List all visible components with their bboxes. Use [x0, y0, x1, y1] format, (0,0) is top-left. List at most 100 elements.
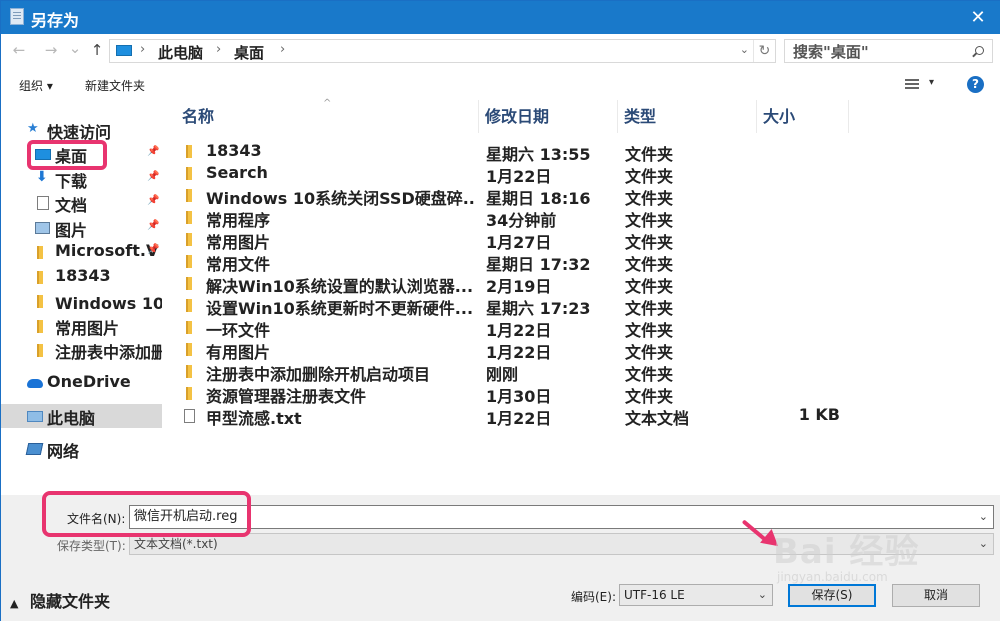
sidebar-item-label: 网络: [47, 442, 80, 461]
folder-icon: [186, 299, 192, 312]
chevron-up-icon: ▲: [10, 597, 19, 610]
sidebar-item-documents[interactable]: 文档 📌: [1, 191, 162, 215]
sidebar-item-network[interactable]: 网络: [1, 437, 162, 461]
this-pc-icon: [27, 411, 43, 422]
file-row[interactable]: 资源管理器注册表文件 1月30日 文件夹: [162, 382, 1000, 406]
save-as-dialog: 另存为 ✕ ← → ⌄ ↑ › 此电脑 › 桌面 › ⌄ ↻ 搜索"桌面" 组织…: [0, 0, 1000, 621]
folder-icon: [186, 255, 192, 268]
address-dropdown-icon[interactable]: ⌄: [740, 43, 749, 56]
document-icon: [37, 196, 49, 210]
sidebar-item-this-pc[interactable]: 此电脑: [1, 404, 162, 428]
pin-icon: 📌: [147, 244, 160, 255]
organize-button[interactable]: 组织 ▾: [19, 77, 53, 94]
close-button[interactable]: ✕: [955, 1, 1000, 34]
file-row[interactable]: 解决Win10系统设置的默认浏览器... 2月19日 文件夹: [162, 272, 1000, 296]
baidu-jingyan-watermark: Bai 经验 jingyan.baidu.com: [773, 524, 973, 594]
file-row[interactable]: 常用文件 星期日 17:32 文件夹: [162, 250, 1000, 274]
sidebar-item-label: 常用图片: [55, 319, 120, 338]
sidebar-item-label: 18343: [55, 266, 111, 285]
view-options-dropdown-icon[interactable]: ▾: [929, 77, 934, 88]
column-header-size[interactable]: 大小: [757, 100, 849, 133]
up-button[interactable]: ↑: [87, 41, 107, 59]
column-header-modified[interactable]: 修改日期: [479, 100, 618, 133]
file-modified: 1月22日: [486, 409, 552, 428]
sidebar-item-pictures[interactable]: 图片 📌: [1, 216, 162, 240]
breadcrumb-this-pc[interactable]: 此电脑: [158, 42, 203, 63]
file-row[interactable]: 注册表中添加删除开机启动项目 刚刚 文件夹: [162, 360, 1000, 384]
folder-icon: [186, 277, 192, 290]
file-name: 甲型流感.txt: [206, 409, 302, 428]
pin-icon: 📌: [147, 220, 160, 231]
folder-icon: [37, 344, 43, 357]
file-row[interactable]: 设置Win10系统更新时不更新硬件... 星期六 17:23 文件夹: [162, 294, 1000, 318]
file-size: 1 KB: [798, 405, 840, 424]
filetype-value: 文本文档(*.txt): [134, 537, 218, 551]
column-header-type[interactable]: 类型: [618, 100, 757, 133]
filename-dropdown-icon[interactable]: ⌄: [979, 506, 988, 528]
breadcrumb-desktop[interactable]: 桌面: [234, 42, 264, 63]
file-row[interactable]: Windows 10系统关闭SSD硬盘碎... 星期日 18:16 文件夹: [162, 184, 1000, 208]
search-icon: [975, 46, 984, 55]
text-file-icon: [184, 409, 195, 423]
watermark-main-text: Bai 经验: [773, 532, 920, 572]
sidebar-item-onedrive[interactable]: OneDrive: [1, 371, 162, 395]
sidebar-item-common-pictures[interactable]: 常用图片: [1, 314, 162, 338]
hide-folders-label: 隐藏文件夹: [30, 592, 111, 611]
file-row[interactable]: Search 1月22日 文件夹: [162, 162, 1000, 186]
file-row[interactable]: 有用图片 1月22日 文件夹: [162, 338, 1000, 362]
breadcrumb-separator: ›: [140, 42, 146, 57]
folder-icon: [186, 321, 192, 334]
recent-locations-button[interactable]: ⌄: [65, 39, 85, 57]
notepad-icon: [10, 8, 24, 25]
back-button[interactable]: ←: [9, 41, 29, 59]
search-placeholder: 搜索"桌面": [793, 43, 869, 61]
filetype-label: 保存类型(T):: [57, 539, 126, 553]
forward-button[interactable]: →: [41, 41, 61, 59]
folder-icon: [186, 233, 192, 246]
file-row[interactable]: 常用图片 1月27日 文件夹: [162, 228, 1000, 252]
folder-icon: [37, 295, 43, 308]
encoding-dropdown-icon[interactable]: ⌄: [758, 585, 767, 605]
file-row[interactable]: 常用程序 34分钟前 文件夹: [162, 206, 1000, 230]
window-title: 另存为: [31, 11, 80, 30]
sidebar-item-registry[interactable]: 注册表中添加删: [1, 338, 162, 362]
sidebar-item-label: OneDrive: [47, 372, 131, 391]
encoding-select[interactable]: UTF-16 LE ⌄: [619, 584, 773, 606]
folder-icon: [37, 246, 43, 259]
folder-icon: [186, 145, 192, 158]
filetype-dropdown-icon[interactable]: ⌄: [979, 534, 988, 554]
folder-icon: [186, 189, 192, 202]
sidebar-item-quick-access[interactable]: ★ 快速访问: [1, 118, 162, 142]
breadcrumb-separator[interactable]: ›: [280, 42, 285, 57]
refresh-button[interactable]: ↻: [753, 40, 775, 62]
hide-folders-toggle[interactable]: ▲ 隐藏文件夹: [10, 588, 110, 612]
sidebar-item-label: 文档: [55, 196, 88, 215]
sidebar-item-18343[interactable]: 18343: [1, 265, 162, 289]
network-icon: [25, 443, 44, 455]
view-options-icon[interactable]: [905, 79, 919, 89]
address-bar[interactable]: › 此电脑 › 桌面 › ⌄ ↻: [109, 39, 776, 63]
file-row[interactable]: 一环文件 1月22日 文件夹: [162, 316, 1000, 340]
search-input[interactable]: 搜索"桌面": [784, 39, 993, 63]
file-row[interactable]: 18343 星期六 13:55 文件夹: [162, 140, 1000, 164]
sidebar-item-label: Microsoft.V: [55, 241, 159, 260]
file-name: 18343: [206, 141, 262, 160]
folder-icon: [186, 167, 192, 180]
sidebar-item-microsoft[interactable]: Microsoft.V 📌: [1, 240, 162, 264]
watermark-sub-text: jingyan.baidu.com: [777, 570, 888, 584]
star-icon: ★: [27, 121, 39, 136]
help-button[interactable]: ?: [967, 76, 984, 93]
navigation-bar: ← → ⌄ ↑ › 此电脑 › 桌面 › ⌄ ↻ 搜索"桌面": [1, 34, 1000, 68]
sidebar-item-downloads[interactable]: ⬇ 下载 📌: [1, 167, 162, 191]
pictures-icon: [35, 222, 50, 234]
encoding-label: 编码(E):: [571, 590, 616, 604]
file-row[interactable]: 甲型流感.txt 1月22日 文本文档 1 KB: [162, 404, 1000, 428]
onedrive-icon: [27, 379, 43, 388]
sidebar-item-label: 快速访问: [47, 123, 112, 142]
sidebar-item-label: 图片: [55, 221, 88, 240]
file-type: 文本文档: [625, 409, 690, 428]
sidebar-item-windows10[interactable]: Windows 10系: [1, 289, 162, 313]
new-folder-button[interactable]: 新建文件夹: [85, 77, 145, 94]
column-header-name[interactable]: 名称: [176, 100, 479, 133]
command-bar: 组织 ▾ 新建文件夹 ▾ ?: [1, 68, 1000, 100]
